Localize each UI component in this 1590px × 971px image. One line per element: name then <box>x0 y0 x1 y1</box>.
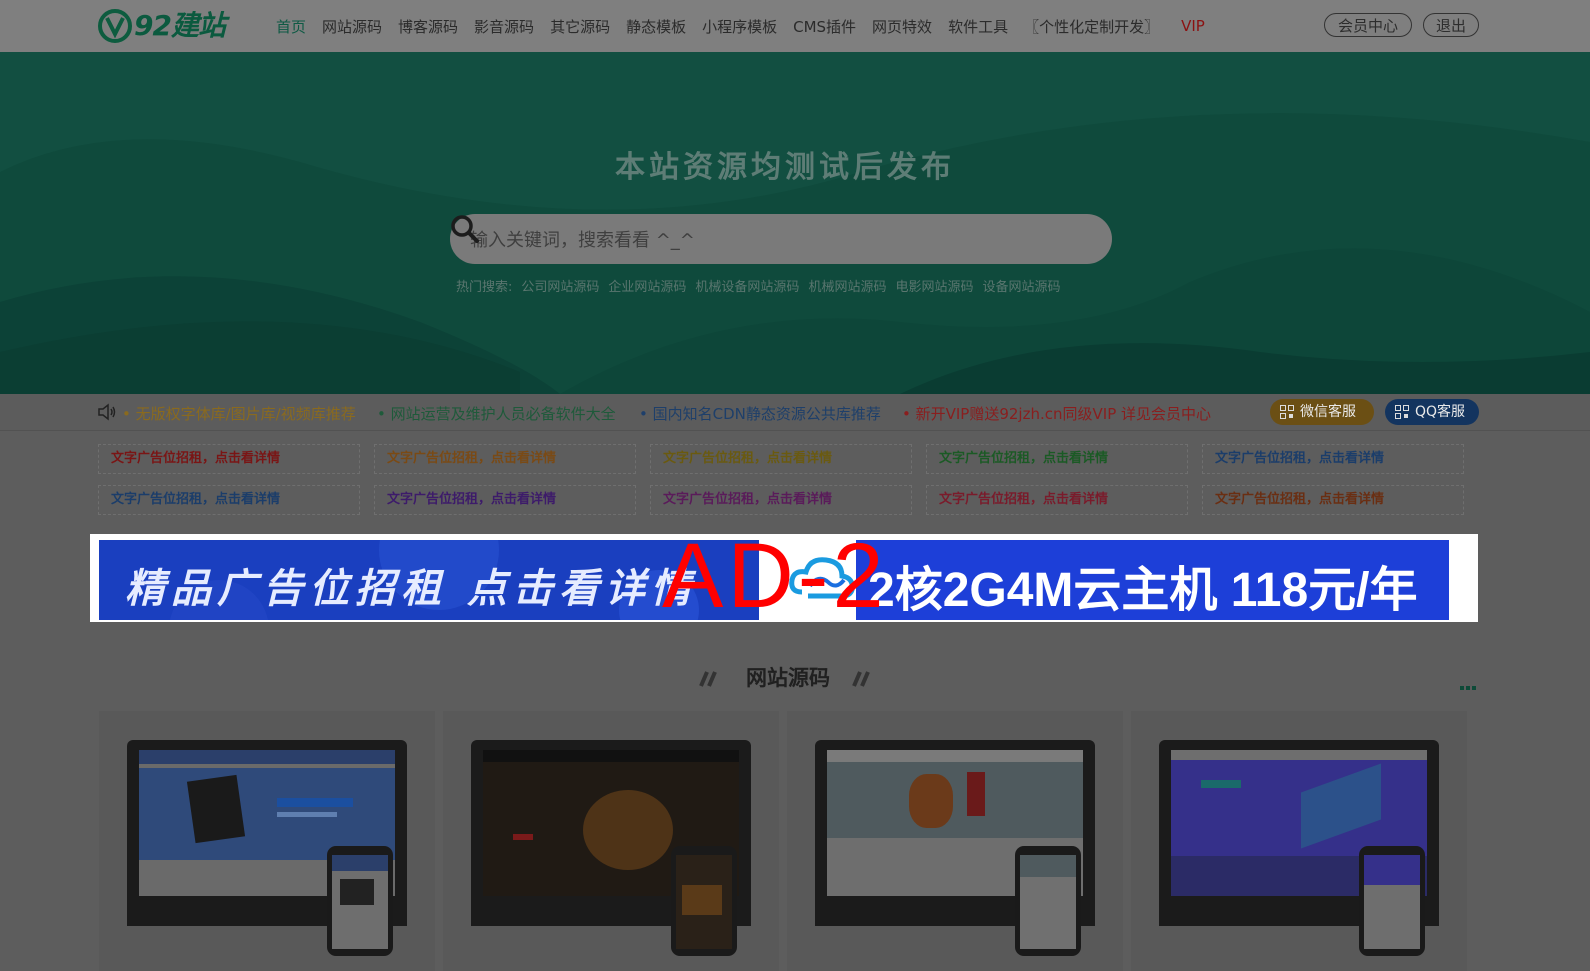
member-center-button[interactable]: 会员中心 <box>1324 13 1412 37</box>
banner-ad-right-text: 2核2G4M云主机 118元/年 <box>868 564 1418 617</box>
hot-search-tag[interactable]: 机械设备网站源码 <box>695 276 799 295</box>
text-ad-link[interactable]: 文字广告位招租，点击看详情 <box>1202 485 1464 515</box>
hot-search-tag[interactable]: 电影网站源码 <box>895 276 973 295</box>
source-card[interactable] <box>787 711 1123 971</box>
speaker-icon <box>98 403 116 421</box>
hot-search: 热门搜索: 公司网站源码 企业网站源码 机械设备网站源码 机械网站源码 电影网站… <box>456 276 1069 295</box>
search-icon[interactable] <box>450 214 480 244</box>
banner-ad: 精品广告位招租 点击看详情 2核2G4M云主机 118元/年 AD-2 <box>90 525 1478 627</box>
nav-software-tools[interactable]: 软件工具 <box>948 16 1008 37</box>
nav-web-effects[interactable]: 网页特效 <box>872 16 932 37</box>
text-ad-link[interactable]: 文字广告位招租，点击看详情 <box>98 485 360 515</box>
notice-bar: • 无版权字体库/图片库/视频库推荐 • 网站运营及维护人员必备软件大全 • 国… <box>0 394 1590 431</box>
banner-ad-right[interactable]: 2核2G4M云主机 118元/年 <box>856 540 1449 620</box>
nav-static-templates[interactable]: 静态模板 <box>626 16 686 37</box>
page: 92建站 首页 网站源码 博客源码 影音源码 其它源码 静态模板 小程序模板 C… <box>0 0 1590 971</box>
hot-search-tag[interactable]: 机械网站源码 <box>808 276 886 295</box>
phone-mockup <box>327 846 393 956</box>
source-card[interactable] <box>1131 711 1467 971</box>
qr-code-icon <box>1395 405 1409 419</box>
site-logo[interactable]: 92建站 <box>98 8 244 44</box>
main-nav: 首页 网站源码 博客源码 影音源码 其它源码 静态模板 小程序模板 CMS插件 … <box>268 0 1213 52</box>
logo-mark-icon <box>98 9 132 43</box>
hero-banner: 本站资源均测试后发布 热门搜索: 公司网站源码 企业网站源码 机械设备网站源码 … <box>0 52 1590 394</box>
notice-item[interactable]: • 新开VIP赠送92jzh.cn同级VIP 详见会员中心 <box>902 403 1211 424</box>
search-box <box>450 214 1112 266</box>
wechat-service-label: 微信客服 <box>1300 404 1356 420</box>
source-card[interactable] <box>443 711 779 971</box>
banner-ad-left[interactable]: 精品广告位招租 点击看详情 <box>99 540 759 620</box>
hot-search-tag[interactable]: 公司网站源码 <box>521 276 599 295</box>
text-ad-link[interactable]: 文字广告位招租，点击看详情 <box>1202 444 1464 474</box>
section-title: 网站源码 <box>746 666 830 690</box>
text-ad-link[interactable]: 文字广告位招租，点击看详情 <box>926 485 1188 515</box>
phone-mockup <box>671 846 737 956</box>
phone-mockup <box>1359 846 1425 956</box>
wechat-service-button[interactable]: 微信客服 <box>1270 399 1374 425</box>
nav-home[interactable]: 首页 <box>276 16 306 37</box>
site-header: 92建站 首页 网站源码 博客源码 影音源码 其它源码 静态模板 小程序模板 C… <box>0 0 1590 52</box>
nav-website-source[interactable]: 网站源码 <box>322 16 382 37</box>
notice-item[interactable]: • 无版权字体库/图片库/视频库推荐 <box>122 403 356 424</box>
nav-miniprogram-templates[interactable]: 小程序模板 <box>702 16 777 37</box>
more-icon[interactable] <box>1460 686 1476 692</box>
nav-custom-dev[interactable]: 〖个性化定制开发〗 <box>1024 16 1159 37</box>
text-ad-link[interactable]: 文字广告位招租，点击看详情 <box>926 444 1188 474</box>
hot-search-tag[interactable]: 企业网站源码 <box>608 276 686 295</box>
nav-cms-plugins[interactable]: CMS插件 <box>793 16 856 37</box>
notice-item[interactable]: • 国内知名CDN静态资源公共库推荐 <box>639 403 881 424</box>
logo-text: 92建站 <box>134 9 226 42</box>
hot-search-tag[interactable]: 设备网站源码 <box>982 276 1060 295</box>
text-ad-link[interactable]: 文字广告位招租，点击看详情 <box>650 444 912 474</box>
phone-mockup <box>1015 846 1081 956</box>
nav-media-source[interactable]: 影音源码 <box>474 16 534 37</box>
qr-code-icon <box>1280 405 1294 419</box>
title-decoration-right-icon <box>852 671 870 687</box>
qq-service-button[interactable]: QQ客服 <box>1385 399 1479 425</box>
nav-vip[interactable]: VIP <box>1181 17 1205 35</box>
notice-item[interactable]: • 网站运营及维护人员必备软件大全 <box>377 403 616 424</box>
qq-service-label: QQ客服 <box>1415 404 1466 420</box>
text-ad-link[interactable]: 文字广告位招租，点击看详情 <box>650 485 912 515</box>
logout-button[interactable]: 退出 <box>1423 13 1479 37</box>
hero-title: 本站资源均测试后发布 <box>615 150 955 185</box>
hot-search-label: 热门搜索: <box>456 280 513 295</box>
banner-ad-left-text: 精品广告位招租 点击看详情 <box>125 566 697 612</box>
nav-blog-source[interactable]: 博客源码 <box>398 16 458 37</box>
text-ad-link[interactable]: 文字广告位招租，点击看详情 <box>374 444 636 474</box>
ad-slot-label: AD-2 <box>662 525 888 627</box>
source-card[interactable] <box>99 711 435 971</box>
text-ad-link[interactable]: 文字广告位招租，点击看详情 <box>374 485 636 515</box>
nav-other-source[interactable]: 其它源码 <box>550 16 610 37</box>
text-ad-link[interactable]: 文字广告位招租，点击看详情 <box>98 444 360 474</box>
search-input[interactable] <box>468 214 1032 266</box>
